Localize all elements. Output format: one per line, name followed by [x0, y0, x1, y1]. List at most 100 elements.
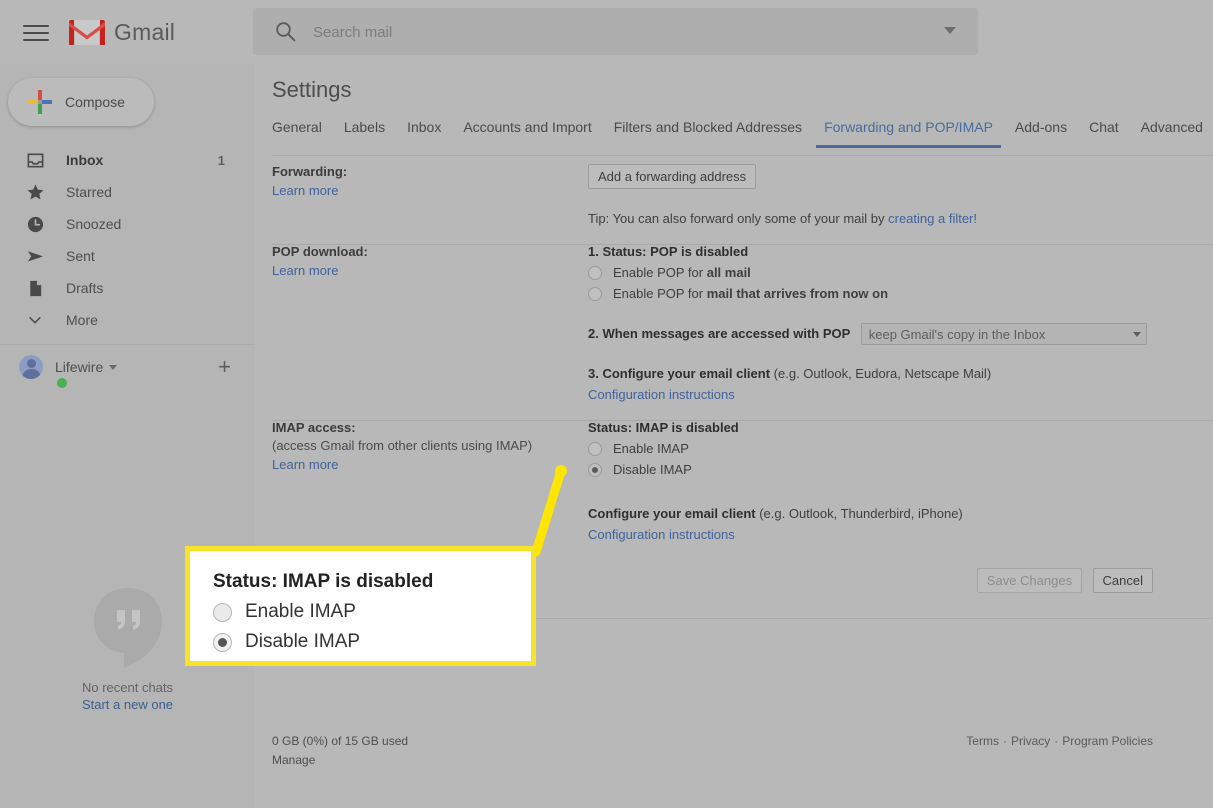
- pop-step2-row: 2. When messages are accessed with POP k…: [588, 323, 1147, 345]
- radio-button[interactable]: [588, 286, 602, 301]
- sidebar-item-snoozed[interactable]: Snoozed: [0, 208, 255, 240]
- radio-button[interactable]: [588, 265, 602, 280]
- forwarding-learn-more-link[interactable]: Learn more: [272, 183, 572, 198]
- manage-storage-link[interactable]: Manage: [272, 753, 408, 767]
- pop-access-action-select[interactable]: keep Gmail's copy in the Inbox: [860, 323, 1147, 345]
- sidebar-item-label: Snoozed: [66, 216, 122, 232]
- save-changes-button[interactable]: Save Changes: [976, 568, 1083, 593]
- sidebar-item-label: Sent: [66, 248, 95, 264]
- chevron-down-icon: [25, 310, 45, 330]
- search-options-chevron-down-icon[interactable]: [944, 27, 956, 34]
- imap-disable-label: Disable IMAP: [613, 462, 692, 477]
- tab-accounts-and-import[interactable]: Accounts and Import: [452, 119, 602, 147]
- callout-disable-imap-option[interactable]: Disable IMAP: [213, 631, 531, 653]
- pop-download-section: POP download: Learn more 1. Status: POP …: [272, 244, 1213, 421]
- sidebar-item-inbox[interactable]: Inbox 1: [0, 144, 255, 176]
- account-name: Lifewire: [55, 359, 104, 375]
- callout-enable-imap-label: Enable IMAP: [245, 601, 356, 622]
- sidebar-item-starred[interactable]: Starred: [0, 176, 255, 208]
- forwarding-label-column: Forwarding: Learn more: [272, 164, 572, 198]
- gmail-logo-icon: [69, 20, 105, 45]
- presence-indicator: [56, 377, 68, 389]
- add-forwarding-address-button[interactable]: Add a forwarding address: [588, 164, 757, 189]
- tab-advanced[interactable]: Advanced: [1130, 119, 1213, 147]
- imap-value-column: Status: IMAP is disabled Enable IMAP Dis…: [588, 420, 963, 542]
- tab-forwarding-and-pop-imap[interactable]: Forwarding and POP/IMAP: [813, 119, 1004, 148]
- footer-separator: ·: [1054, 734, 1059, 748]
- settings-tabs: General Labels Inbox Accounts and Import…: [272, 119, 1213, 156]
- imap-enable-option[interactable]: Enable IMAP: [588, 441, 963, 456]
- sidebar-item-label: Drafts: [66, 280, 104, 296]
- imap-disable-option[interactable]: Disable IMAP: [588, 462, 963, 477]
- pop-step3-examples: (e.g. Outlook, Eudora, Netscape Mail): [770, 366, 992, 381]
- send-icon: [25, 246, 45, 266]
- tab-filters-and-blocked-addresses[interactable]: Filters and Blocked Addresses: [603, 119, 813, 147]
- sidebar-item-label: More: [66, 312, 98, 328]
- plus-icon: [28, 90, 52, 114]
- pop-step3-label: 3. Configure your email client: [588, 366, 771, 381]
- hamburger-icon[interactable]: [23, 20, 49, 44]
- sidebar-item-more[interactable]: More: [0, 304, 255, 336]
- sidebar-item-label: Starred: [66, 184, 112, 200]
- tab-inbox[interactable]: Inbox: [396, 119, 452, 147]
- pop-enable-new-mail-option[interactable]: Enable POP for mail that arrives from no…: [588, 286, 1147, 301]
- pop-status: 1. Status: POP is disabled: [588, 244, 749, 259]
- page-title: Settings: [272, 77, 352, 102]
- pop-option1-text: Enable POP for all mail: [613, 265, 751, 280]
- callout-enable-imap-option[interactable]: Enable IMAP: [213, 601, 531, 623]
- footer-separator: ·: [1002, 734, 1007, 748]
- imap-subtitle: (access Gmail from other clients using I…: [272, 438, 533, 453]
- sidebar: Compose Inbox 1 Starred Snoozed Sent Dra…: [0, 64, 255, 808]
- search-input[interactable]: [311, 8, 1145, 57]
- imap-configuration-instructions-link[interactable]: Configuration instructions: [588, 527, 963, 542]
- radio-button[interactable]: [588, 441, 602, 456]
- imap-label-column: IMAP access: (access Gmail from other cl…: [272, 420, 572, 472]
- tab-chat[interactable]: Chat: [1078, 119, 1130, 147]
- compose-label: Compose: [65, 94, 125, 110]
- pop-learn-more-link[interactable]: Learn more: [272, 263, 572, 278]
- inbox-unread-count: 1: [217, 152, 225, 168]
- radio-button-selected[interactable]: [588, 462, 602, 477]
- gmail-wordmark: Gmail: [114, 19, 176, 45]
- pop-value-column: 1. Status: POP is disabled Enable POP fo…: [588, 244, 1147, 402]
- search-bar[interactable]: [253, 8, 1145, 57]
- creating-a-filter-link[interactable]: creating a filter!: [888, 211, 977, 226]
- callout-disable-imap-label: Disable IMAP: [245, 631, 361, 652]
- add-account-plus-icon[interactable]: +: [218, 356, 231, 378]
- callout-status-title: Status: IMAP is disabled: [213, 571, 434, 592]
- account-switcher-row[interactable]: Lifewire +: [0, 344, 255, 389]
- imap-status: Status: IMAP is disabled: [588, 420, 739, 435]
- pop-step3-row: 3. Configure your email client (e.g. Out…: [588, 365, 1147, 383]
- clock-icon: [25, 214, 45, 234]
- terms-link[interactable]: Terms: [966, 734, 999, 748]
- cancel-button[interactable]: Cancel: [1092, 568, 1153, 593]
- storage-usage-text: 0 GB (0%) of 15 GB used: [272, 734, 409, 748]
- storage-footer: 0 GB (0%) of 15 GB used Manage: [272, 734, 408, 767]
- sidebar-item-sent[interactable]: Sent: [0, 240, 255, 272]
- program-policies-link[interactable]: Program Policies: [1062, 734, 1153, 748]
- sidebar-nav: Inbox 1 Starred Snoozed Sent Drafts More: [0, 144, 255, 336]
- tab-general[interactable]: General: [272, 119, 333, 147]
- pop-enable-all-mail-option[interactable]: Enable POP for all mail: [588, 265, 1147, 280]
- compose-button[interactable]: Compose: [8, 78, 154, 126]
- privacy-link[interactable]: Privacy: [1011, 734, 1050, 748]
- radio-button[interactable]: [213, 602, 232, 622]
- imap-learn-more-link[interactable]: Learn more: [272, 457, 572, 472]
- pop-configuration-instructions-link[interactable]: Configuration instructions: [588, 387, 1147, 402]
- tab-labels[interactable]: Labels: [333, 119, 396, 147]
- imap-configure-examples: (e.g. Outlook, Thunderbird, iPhone): [755, 506, 963, 521]
- tab-add-ons[interactable]: Add-ons: [1004, 119, 1078, 147]
- imap-configure-row: Configure your email client (e.g. Outloo…: [588, 505, 963, 523]
- forwarding-tip: Tip: You can also forward only some of y…: [588, 211, 977, 226]
- sidebar-item-label: Inbox: [66, 152, 104, 168]
- pop-option2-text: Enable POP for mail that arrives from no…: [613, 286, 889, 301]
- imap-title: IMAP access:: [272, 420, 356, 435]
- chat-empty-text: No recent chats: [81, 680, 174, 695]
- imap-status-callout: Status: IMAP is disabled Enable IMAP Dis…: [185, 546, 536, 666]
- sidebar-item-drafts[interactable]: Drafts: [0, 272, 255, 304]
- radio-button-selected[interactable]: [213, 632, 232, 652]
- search-icon: [276, 22, 296, 42]
- chevron-down-icon[interactable]: [109, 364, 118, 370]
- start-new-chat-link[interactable]: Start a new one: [0, 697, 255, 712]
- inbox-icon: [25, 150, 45, 170]
